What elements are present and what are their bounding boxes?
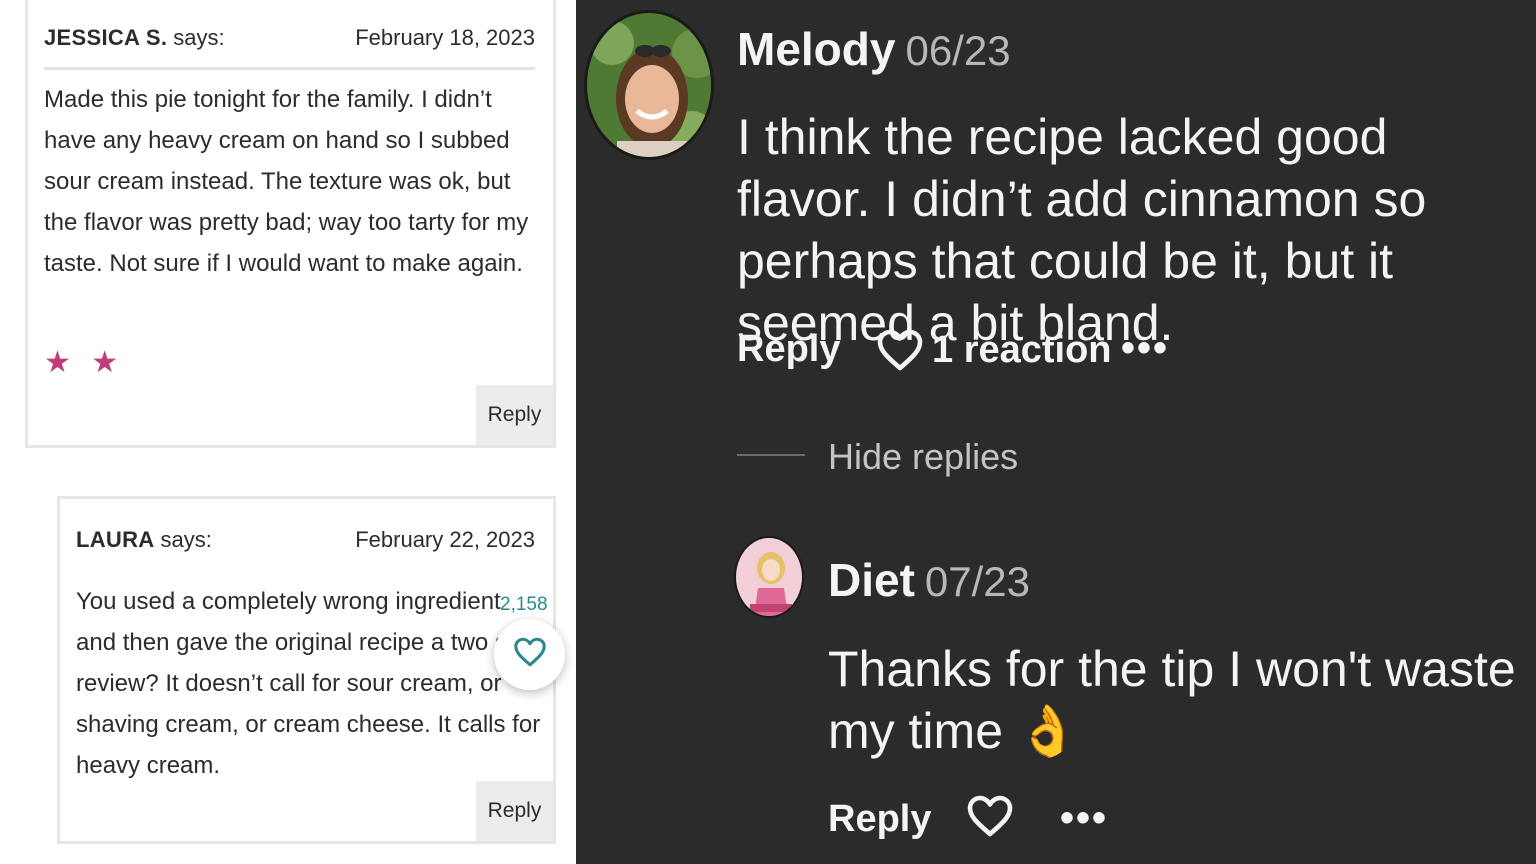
comment-author: LAURA bbox=[76, 527, 155, 552]
favorites-count: 2,158 bbox=[500, 594, 548, 615]
comment-card-jessica: JESSICA S. says: February 18, 2023 Made t… bbox=[25, 0, 556, 448]
social-comments-panel: Melody 06/23 I think the recipe lacked go… bbox=[576, 0, 1536, 864]
avatar-melody[interactable] bbox=[584, 10, 714, 160]
comment-author: JESSICA S. bbox=[44, 25, 168, 50]
heart-outline-icon bbox=[513, 636, 547, 673]
more-options-icon[interactable]: ••• bbox=[1060, 796, 1108, 841]
reply-header: Diet 07/23 bbox=[828, 553, 1030, 607]
favorite-button[interactable] bbox=[494, 619, 565, 690]
more-options-icon[interactable]: ••• bbox=[1121, 326, 1169, 371]
reaction-button[interactable] bbox=[966, 794, 1014, 848]
avatar-diet[interactable] bbox=[734, 536, 804, 618]
comment-card-laura: LAURA says: February 22, 2023 You used a … bbox=[57, 496, 556, 844]
comment-body: You used a completely wrong ingredient a… bbox=[76, 588, 541, 779]
comment-date: 06/23 bbox=[905, 27, 1011, 74]
divider bbox=[44, 67, 535, 70]
reaction-button[interactable]: 1 reaction bbox=[876, 328, 1112, 372]
reply-body: Thanks for the tip I won't waste my time… bbox=[828, 641, 1516, 759]
comment-date: February 18, 2023 bbox=[355, 25, 535, 50]
comment-author[interactable]: Melody bbox=[737, 23, 895, 75]
reply-date: 07/23 bbox=[924, 558, 1031, 605]
comment-says: says: bbox=[160, 527, 212, 552]
comment-says: says: bbox=[173, 25, 225, 50]
comment-header: Melody 06/23 bbox=[737, 22, 1011, 76]
heart-icon bbox=[876, 328, 924, 372]
reply-button[interactable]: Reply bbox=[476, 781, 553, 841]
reply-author[interactable]: Diet bbox=[828, 554, 915, 606]
heart-icon bbox=[966, 794, 1014, 838]
reply-link[interactable]: Reply bbox=[828, 798, 931, 841]
comment-date: February 22, 2023 bbox=[355, 527, 535, 552]
comment-body: I think the recipe lacked good flavor. I… bbox=[737, 109, 1427, 351]
reaction-count: 1 reaction bbox=[932, 328, 1112, 371]
comment-body: Made this pie tonight for the family. I … bbox=[44, 86, 529, 277]
comment-header: JESSICA S. says: February 18, 2023 bbox=[44, 25, 535, 51]
hide-replies-button[interactable]: Hide replies bbox=[828, 436, 1018, 478]
divider bbox=[737, 454, 805, 456]
reply-button[interactable]: Reply bbox=[476, 385, 553, 445]
reply-link[interactable]: Reply bbox=[737, 328, 840, 371]
star-rating: ★ ★ bbox=[44, 346, 125, 379]
comment-header: LAURA says: February 22, 2023 bbox=[76, 527, 535, 553]
recipe-comments-panel: JESSICA S. says: February 18, 2023 Made t… bbox=[0, 0, 576, 864]
